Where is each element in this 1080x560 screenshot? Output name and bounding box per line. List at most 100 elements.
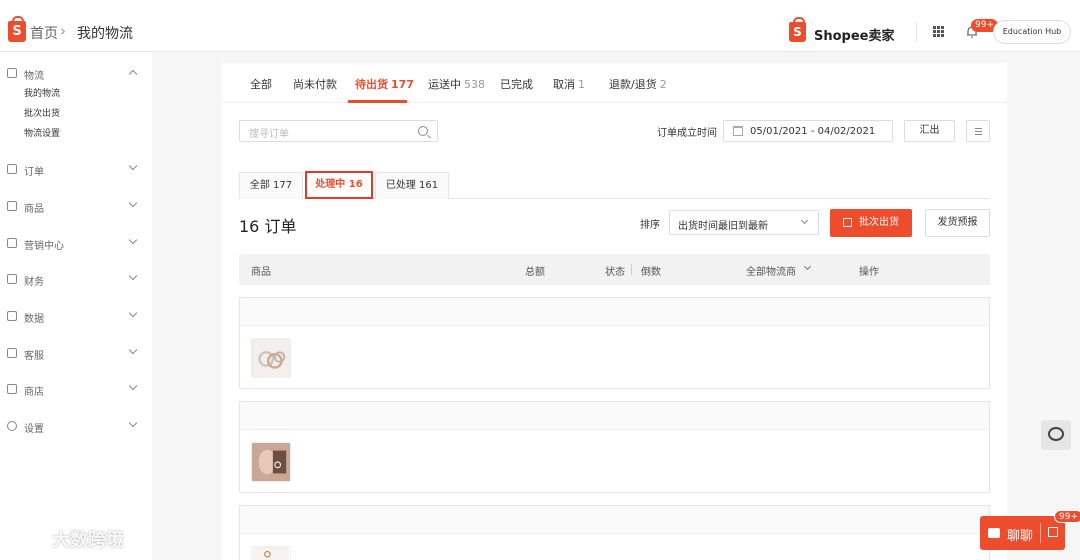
search-icon[interactable] (418, 126, 428, 136)
sidebar-subitem-my-logistics[interactable]: 我的物流 (24, 86, 60, 99)
subtab-processing[interactable]: 处理中 16 (305, 171, 373, 199)
sidebar-item-label: 物流 (24, 71, 44, 82)
order-row-header (240, 506, 989, 534)
breadcrumb-separator: › (60, 22, 66, 40)
export-button[interactable]: 汇出 (904, 120, 955, 142)
product-thumbnail[interactable] (251, 442, 291, 482)
sort-dropdown[interactable]: 出货时间最旧到最新 (669, 210, 819, 235)
tab-completed[interactable]: 已完成 (500, 76, 533, 92)
order-row (239, 505, 990, 560)
date-range-value: 05/01/2021 - 04/02/2021 (750, 126, 876, 137)
product-icon (7, 201, 17, 211)
sidebar-item-label: 财务 (24, 277, 44, 288)
chat-label: 聊聊 (1007, 529, 1034, 544)
sidebar-item-data[interactable]: 数据 (0, 307, 152, 327)
main-panel: 全部 尚未付款 待出货 177 运送中 538 已完成 取消 1 退款/退货 2 搜寻订… (222, 63, 1007, 560)
orders-count-heading: 16 订单 (239, 217, 297, 236)
customer-service-icon (7, 348, 17, 358)
chevron-up-icon[interactable] (128, 69, 138, 79)
sidebar-item-label: 数据 (24, 314, 44, 325)
sidebar-item-shop[interactable]: 商店 (0, 380, 152, 400)
chevron-down-icon[interactable] (128, 198, 138, 208)
order-row (239, 401, 990, 493)
chat-expand-icon[interactable] (1048, 527, 1058, 537)
sidebar-subitem-batch-ship[interactable]: 批次出货 (24, 106, 60, 119)
chevron-down-icon[interactable] (803, 262, 812, 271)
sidebar-item-label: 订单 (24, 167, 44, 178)
date-filter-label: 订单成立时间 (657, 128, 717, 139)
sidebar-item-orders[interactable]: 订单 (0, 160, 152, 180)
sidebar-item-logistics[interactable]: 物流 (0, 64, 152, 84)
order-row-header (240, 298, 989, 326)
order-row-header (240, 402, 989, 430)
sidebar: 物流 我的物流 批次出货 物流设置 订单 商品 营销中心 财务 数据 客服 商店 (0, 52, 152, 560)
data-icon (7, 311, 17, 321)
shopee-logo-icon[interactable]: S (8, 16, 26, 42)
chevron-down-icon[interactable] (128, 271, 138, 281)
chat-bubble-icon (988, 528, 1000, 538)
date-range-picker[interactable]: 05/01/2021 - 04/02/2021 (723, 120, 893, 142)
education-hub-button[interactable]: Education Hub (993, 20, 1071, 44)
help-center-button[interactable] (1041, 420, 1071, 450)
settings-icon (7, 421, 17, 431)
tab-all[interactable]: 全部 (250, 76, 272, 92)
search-input[interactable]: 搜寻订单 (239, 120, 438, 142)
col-countdown: 倒数 (641, 267, 661, 278)
table-header: 商品 总额 状态 倒数 全部物流商 操作 (239, 254, 990, 285)
top-bar: S 首页 › 我的物流 S Shopee卖家 99+ Education Hub (0, 0, 1080, 52)
breadcrumb-home[interactable]: 首页 (30, 23, 58, 43)
tab-shipping[interactable]: 运送中 538 (428, 76, 485, 92)
sort-value: 出货时间最旧到最新 (678, 221, 768, 232)
tab-unpaid[interactable]: 尚未付款 (293, 76, 337, 92)
tab-to-ship[interactable]: 待出货 177 (355, 76, 414, 92)
shipping-forecast-button[interactable]: 发货预报 (925, 209, 990, 237)
chat-button[interactable]: 聊聊 (980, 516, 1065, 550)
col-carrier-filter[interactable]: 全部物流商 (746, 263, 796, 278)
chat-divider (1040, 523, 1041, 543)
chevron-down-icon (800, 216, 809, 225)
product-thumbnail[interactable] (251, 546, 291, 560)
finance-icon (7, 274, 17, 284)
chevron-down-icon[interactable] (128, 161, 138, 171)
shopee-bag-icon: S (789, 17, 806, 42)
sidebar-item-products[interactable]: 商品 (0, 197, 152, 217)
tab-refund-return[interactable]: 退款/退货 2 (609, 76, 667, 92)
chevron-down-icon[interactable] (128, 345, 138, 355)
batch-ship-button[interactable]: 批次出货 (830, 209, 912, 237)
chevron-down-icon[interactable] (128, 308, 138, 318)
sidebar-item-label: 设置 (24, 424, 44, 435)
col-status: 状态 (605, 267, 625, 278)
sidebar-item-label: 商店 (24, 387, 44, 398)
calendar-icon (733, 126, 743, 136)
apps-grid-icon[interactable] (933, 26, 945, 38)
sidebar-subitem-logistics-settings[interactable]: 物流设置 (24, 126, 60, 139)
sidebar-item-settings[interactable]: 设置 (0, 417, 152, 437)
order-row (239, 297, 990, 389)
marketing-icon (7, 238, 17, 248)
watermark-logo-icon (10, 532, 49, 546)
product-thumbnail[interactable] (251, 338, 291, 378)
watermark-text: 大数跨境 (52, 530, 124, 551)
chevron-down-icon[interactable] (128, 235, 138, 245)
headset-icon (1048, 427, 1064, 441)
column-divider (631, 264, 632, 275)
col-total: 总额 (525, 267, 545, 278)
subtab-all[interactable]: 全部 177 (239, 172, 303, 199)
sidebar-item-label: 营销中心 (24, 241, 64, 252)
sidebar-item-customer-service[interactable]: 客服 (0, 344, 152, 364)
brand-title[interactable]: Shopee卖家 (814, 25, 895, 44)
subtab-processed[interactable]: 已处理 161 (375, 172, 449, 199)
tab-cancelled[interactable]: 取消 1 (553, 76, 585, 92)
logistics-icon (7, 68, 17, 78)
sidebar-item-marketing[interactable]: 营销中心 (0, 234, 152, 254)
header-divider (916, 22, 917, 42)
breadcrumb-current: 我的物流 (77, 26, 133, 42)
sidebar-item-label: 客服 (24, 351, 44, 362)
list-menu-button[interactable] (966, 120, 990, 142)
shop-icon (7, 384, 17, 394)
batch-ship-label: 批次出货 (859, 217, 899, 228)
chat-badge: 99+ (1054, 510, 1080, 523)
chevron-down-icon[interactable] (128, 418, 138, 428)
chevron-down-icon[interactable] (128, 381, 138, 391)
sidebar-item-finance[interactable]: 财务 (0, 270, 152, 290)
